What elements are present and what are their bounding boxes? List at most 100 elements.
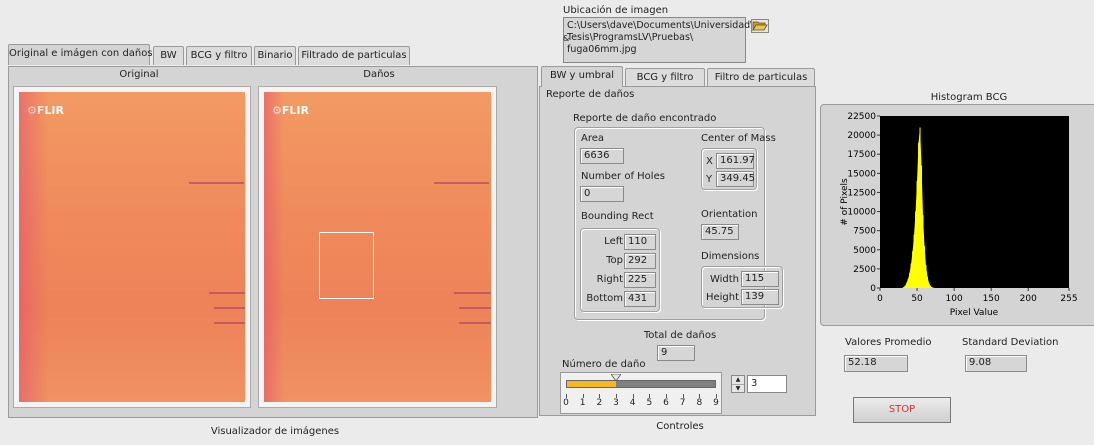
stop-button[interactable]: STOP bbox=[853, 397, 951, 423]
x-value: 161.97 bbox=[716, 153, 755, 169]
top-label: Top bbox=[606, 255, 623, 266]
com-label: Center of Mass bbox=[701, 133, 776, 144]
left-tab-bar: Original e imágen con daños BW BCG y fil… bbox=[8, 44, 538, 68]
area-value: 6636 bbox=[580, 148, 624, 164]
left-tab-panel: Original Daños ⚙FLIR ⚙FLIR bbox=[8, 66, 538, 418]
original-label: Original bbox=[119, 69, 159, 80]
path-line-3: fuga06mm.jpg bbox=[567, 44, 637, 55]
x-tick-label: 200 bbox=[1020, 294, 1037, 304]
mid-tab-bar: BW y umbral BCG y filtro Filtro de parti… bbox=[541, 66, 816, 88]
reporte-group: Area 6636 Number of Holes 0 Bounding Rec… bbox=[574, 127, 783, 320]
histogram-chart: 0 2500 5000 7500 10000 12500 15000 17500 20000 22… bbox=[840, 112, 1078, 318]
x-tick-label: 100 bbox=[946, 294, 963, 304]
slider-fill bbox=[567, 381, 617, 387]
path-field[interactable]: & C:\Users\dave\Documents\Universidad\ T… bbox=[563, 17, 754, 63]
damage-bounding-box bbox=[319, 232, 374, 299]
x-axis: 0 50 100 150 200 255 bbox=[877, 288, 1078, 304]
right-label: Right bbox=[596, 274, 623, 285]
tab-bcg-filtro-mid[interactable]: BCG y filtro bbox=[625, 68, 705, 87]
y-label: Y bbox=[706, 174, 713, 185]
std-label: Standard Deviation bbox=[962, 337, 1059, 348]
slider-tick-label: 7 bbox=[679, 398, 686, 408]
height-value: 139 bbox=[741, 289, 779, 305]
tab-original-danos[interactable]: Original e imágen con daños bbox=[8, 44, 153, 65]
reporte-group-title: Reporte de daño encontrado bbox=[573, 113, 717, 124]
slider-tick-label: 3 bbox=[613, 398, 619, 408]
tab-bw[interactable]: BW bbox=[153, 46, 184, 65]
x-tick-label: 150 bbox=[983, 294, 1000, 304]
dimensions-cluster: Width 115 Height 139 bbox=[701, 266, 783, 308]
left-label: Left bbox=[604, 236, 623, 247]
x-tick-label: 50 bbox=[911, 294, 923, 304]
tab-binario[interactable]: Binario bbox=[254, 46, 296, 65]
ubicacion-label: Ubicación de imagen bbox=[563, 5, 669, 16]
x-label: X bbox=[706, 156, 713, 167]
slider-tick-label: 0 bbox=[563, 398, 569, 408]
y-axis: 0 2500 5000 7500 10000 12500 15000 17500 20000 22… bbox=[847, 112, 880, 294]
total-value: 9 bbox=[657, 345, 695, 361]
histogram-title: Histogram BCG bbox=[930, 92, 1008, 103]
y-tick-label: 22500 bbox=[847, 112, 876, 122]
plot-area bbox=[880, 116, 1069, 288]
right-value: 225 bbox=[624, 272, 656, 288]
y-tick-label: 17500 bbox=[847, 150, 876, 160]
slider-tick-label: 8 bbox=[696, 398, 703, 408]
bottom-value: 431 bbox=[624, 291, 656, 307]
path-line-2: Tesis\ProgramsLV\Pruebas\ bbox=[567, 32, 694, 43]
path-prefix-glyph: & bbox=[563, 34, 570, 43]
tab-bcg-filtro[interactable]: BCG y filtro bbox=[186, 46, 252, 65]
bounding-cluster: Left 110 Top 292 Right 225 Bottom 431 bbox=[580, 228, 660, 312]
y-value: 349.45 bbox=[716, 171, 755, 187]
numero-stepper[interactable]: ▲ ▼ bbox=[731, 375, 745, 393]
folder-open-icon bbox=[752, 21, 768, 32]
orientation-value: 45.75 bbox=[701, 224, 739, 240]
y-axis-label: # of Pixels bbox=[840, 178, 850, 226]
orientation-label: Orientation bbox=[701, 209, 758, 220]
com-cluster: X 161.97 Y 349.45 bbox=[701, 148, 757, 190]
slider-thumb[interactable] bbox=[610, 373, 622, 382]
x-tick-label: 0 bbox=[877, 294, 883, 304]
numero-input[interactable]: 3 bbox=[747, 375, 787, 393]
original-image: ⚙FLIR bbox=[14, 87, 250, 407]
y-tick-label: 2500 bbox=[853, 265, 876, 275]
tab-bw-umbral[interactable]: BW y umbral bbox=[541, 66, 623, 87]
total-label: Total de daños bbox=[643, 330, 717, 341]
slider-ticks: 0123456789 bbox=[561, 394, 723, 412]
tab-filtro-particulas[interactable]: Filtro de particulas bbox=[707, 68, 815, 87]
reporte-title: Reporte de daños bbox=[546, 89, 635, 100]
y-tick-label: 15000 bbox=[847, 169, 876, 179]
x-axis-label: Pixel Value bbox=[950, 308, 999, 318]
left-value: 110 bbox=[624, 234, 656, 250]
numero-slider[interactable]: 0123456789 bbox=[560, 372, 722, 414]
increment-icon[interactable]: ▲ bbox=[732, 376, 744, 384]
top-value: 292 bbox=[624, 253, 656, 269]
decrement-icon[interactable]: ▼ bbox=[732, 384, 744, 392]
browse-button[interactable] bbox=[751, 19, 769, 33]
path-line-1: C:\Users\dave\Documents\Universidad\ bbox=[567, 20, 754, 31]
y-tick-label: 7500 bbox=[853, 227, 876, 237]
visualizador-footer: Visualizador de imágenes bbox=[210, 426, 340, 437]
promedio-value: 52.18 bbox=[844, 355, 908, 372]
bottom-label: Bottom bbox=[586, 293, 623, 304]
slider-tick-label: 1 bbox=[579, 398, 586, 408]
holes-label: Number of Holes bbox=[581, 171, 665, 182]
slider-tick-label: 6 bbox=[663, 398, 669, 408]
width-value: 115 bbox=[741, 271, 779, 287]
x-tick-label: 255 bbox=[1060, 294, 1077, 304]
slider-tick-label: 9 bbox=[713, 398, 719, 408]
numero-label: Número de daño bbox=[562, 359, 646, 370]
slider-tick-label: 4 bbox=[629, 398, 636, 408]
dimensions-label: Dimensions bbox=[701, 251, 760, 262]
height-label: Height bbox=[705, 292, 739, 303]
slider-tick-label: 5 bbox=[646, 398, 653, 408]
promedio-label: Valores Promedio bbox=[845, 337, 932, 348]
mid-tab-panel: Reporte de daños Reporte de daño encontr… bbox=[539, 86, 816, 416]
width-label: Width bbox=[709, 274, 739, 285]
y-tick-label: 20000 bbox=[847, 131, 876, 141]
y-tick-label: 0 bbox=[870, 284, 876, 294]
danos-image: ⚙FLIR bbox=[259, 87, 496, 407]
danos-label: Daños bbox=[363, 69, 395, 80]
slider-track[interactable] bbox=[566, 380, 716, 388]
controles-footer: Controles bbox=[656, 421, 704, 432]
tab-filtrado-particulas[interactable]: Filtrado de particulas bbox=[298, 46, 410, 65]
